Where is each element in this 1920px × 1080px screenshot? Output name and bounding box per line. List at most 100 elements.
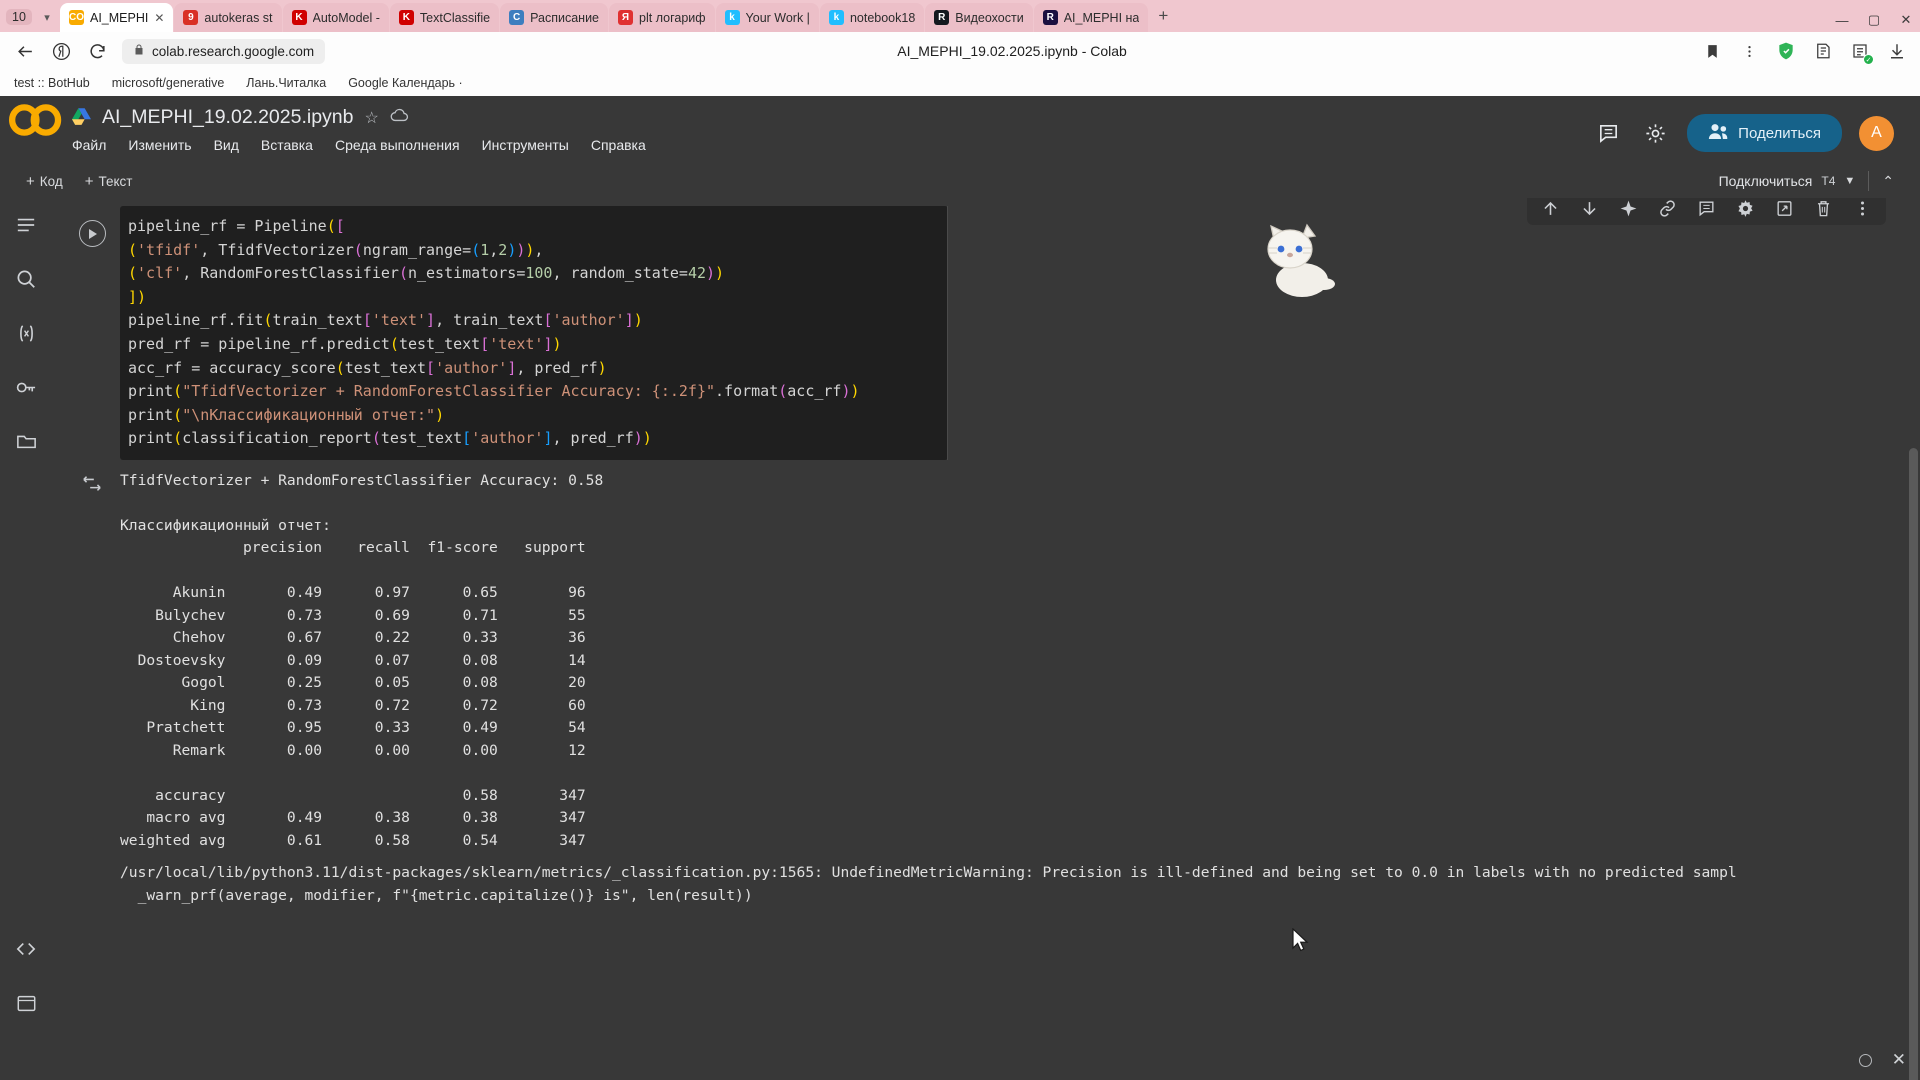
bookmark-item[interactable]: microsoft/generative [112,76,225,90]
browser-window: 10 ▾ COAI_MEPHI✕9autokeras stKAutoModel … [0,0,1920,1080]
new-tab-button[interactable]: + [1149,2,1177,30]
runtime-connect-area: Подключиться T4 ▼ ⌃ [1719,171,1894,191]
output-icon [64,464,120,853]
notebook-title-block: AI_MEPHI_19.02.2025.ipynb ☆ Файл Изменить… [72,96,646,153]
tab-list-dropdown[interactable]: ▾ [34,5,60,29]
share-label: Поделиться [1738,125,1821,142]
link-icon[interactable] [1658,199,1677,218]
browser-tab[interactable]: knotebook18 [820,3,924,32]
rutube-icon: R [1043,10,1058,25]
code-content[interactable]: pipeline_rf = Pipeline([ ('tfidf', Tfidf… [128,215,948,451]
menu-item[interactable]: Вставка [261,137,313,153]
add-text-label: Текст [98,174,132,189]
mirror-icon[interactable] [1775,199,1794,218]
star-icon[interactable]: ☆ [365,108,379,128]
output-text: TfidfVectorizer + RandomForestClassifier… [120,464,603,853]
maximize-button[interactable]: ▢ [1866,12,1882,28]
browser-tab[interactable]: RВидеохости [925,3,1032,32]
notes-badge: ✓ [1863,54,1874,65]
warning-text: /usr/local/lib/python3.11/dist-packages/… [120,856,1737,907]
folder-icon[interactable] [13,428,39,454]
arrow-down-icon[interactable] [1580,199,1599,218]
comment-icon[interactable] [1593,118,1623,148]
add-text-cell-button[interactable]: + Текст [85,173,133,190]
menu-item[interactable]: Инструменты [482,137,569,153]
browser-tab[interactable]: KAutoModel - [283,3,389,32]
browser-tab[interactable]: Яplt логариф [609,3,715,32]
trash-icon[interactable] [1814,199,1833,218]
address-bar[interactable]: colab.research.google.com [122,39,325,64]
downloads-icon[interactable] [1884,38,1910,64]
shield-icon[interactable] [1773,38,1799,64]
browser-tab[interactable]: k Your Work | [716,3,819,32]
sparkle-icon[interactable] [1619,199,1638,218]
colab-logo[interactable] [0,96,72,136]
comment-icon[interactable] [1697,199,1716,218]
bookmark-icon[interactable] [1699,38,1725,64]
avatar[interactable]: A [1859,116,1894,151]
disk-usage-icon[interactable] [1859,1054,1872,1067]
tab-label: AutoModel - [313,11,380,25]
colab-left-sidebar-bottom [0,939,52,1080]
yandex-home-icon[interactable] [46,36,76,66]
browser-tab[interactable]: 9autokeras st [174,3,281,32]
tab-label: AI_MEPHI [90,11,148,25]
bookmark-item[interactable]: Google Календарь · [348,76,463,90]
mouse-cursor [1292,928,1309,958]
kebab-menu-icon[interactable] [1736,38,1762,64]
menu-item[interactable]: Изменить [128,137,191,153]
code-editor[interactable]: pipeline_rf = Pipeline([ ('tfidf', Tfidf… [120,206,948,460]
colab-app: AI_MEPHI_19.02.2025.ipynb ☆ Файл Изменить… [0,96,1920,1080]
terminal-icon[interactable] [16,994,37,1018]
notes-icon[interactable]: ✓ [1847,38,1873,64]
search-icon[interactable] [13,266,39,292]
variables-icon[interactable] [13,320,39,346]
bookmark-item[interactable]: Лань.Читалка [246,76,326,90]
chevron-down-icon[interactable]: ▼ [1844,175,1855,187]
tab-strip: 10 ▾ COAI_MEPHI✕9autokeras stKAutoModel … [0,0,1920,32]
list-icon[interactable] [13,212,39,238]
back-arrow-icon[interactable] [10,36,40,66]
header-actions: Поделиться A [1593,114,1894,152]
browser-tab[interactable]: R AI_MEPHI на [1034,3,1149,32]
chevron-up-icon[interactable]: ⌃ [1882,173,1894,190]
kaggle-icon: k [829,10,844,25]
menu-item[interactable]: Среда выполнения [335,137,460,153]
tab-close-icon[interactable]: ✕ [154,11,164,25]
run-cell-button[interactable] [64,206,120,460]
tab-label: Your Work | [746,11,810,25]
keras-icon: K [399,10,414,25]
code-brackets-icon[interactable] [15,939,37,964]
notebook-scrollbar[interactable] [1909,448,1918,1080]
cell-warning-output: /usr/local/lib/python3.11/dist-packages/… [64,856,1910,907]
arrow-up-icon[interactable] [1541,199,1560,218]
menu-item[interactable]: Справка [591,137,646,153]
browser-tab[interactable]: CO AI_MEPHI ✕ [60,3,173,32]
key-icon[interactable] [13,374,39,400]
colab-icon: CO [69,10,84,25]
notebook-filename[interactable]: AI_MEPHI_19.02.2025.ipynb [102,106,354,129]
bookmark-item[interactable]: test :: BotHub [14,76,90,90]
kebab-menu-icon[interactable] [1853,199,1872,218]
bookmarks-bar: test :: BotHub microsoft/generative Лань.Ч… [0,70,1920,96]
connect-button[interactable]: Подключиться [1719,173,1813,189]
close-window-button[interactable]: ✕ [1898,12,1914,28]
kaggle-icon: k [725,10,740,25]
reload-icon[interactable] [82,36,112,66]
close-icon[interactable]: ✕ [1892,1050,1906,1070]
tab-count-button[interactable]: 10 [4,5,34,29]
gear-icon[interactable] [1736,199,1755,218]
window-controls: — ▢ ✕ [1834,12,1914,28]
notebook-body: pipeline_rf = Pipeline([ ('tfidf', Tfidf… [52,198,1920,1080]
menu-item[interactable]: Вид [214,137,239,153]
tab-label: AI_MEPHI на [1064,11,1140,25]
minimize-button[interactable]: — [1834,13,1850,28]
collections-icon[interactable] [1810,38,1836,64]
drive-sync-icon[interactable] [390,108,409,127]
gear-icon[interactable] [1640,118,1670,148]
menu-item[interactable]: Файл [72,137,106,153]
share-button[interactable]: Поделиться [1687,114,1842,152]
google-drive-icon [72,108,91,127]
browser-tab[interactable]: CРасписание [500,3,608,32]
browser-tab[interactable]: KTextClassifie [390,3,499,32]
